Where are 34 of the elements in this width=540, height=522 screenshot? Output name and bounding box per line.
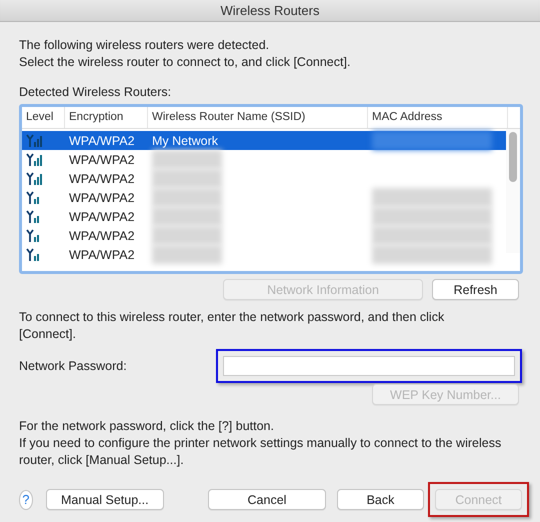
instruction-text: The following wireless routers were detected. — [19, 37, 270, 54]
router-row[interactable]: WPA/WPA2 — [22, 226, 506, 245]
router-row[interactable]: WPA/WPA2 My Network — [22, 131, 506, 150]
note-text: For the network password, click the [?] button. — [19, 418, 275, 435]
column-header[interactable]: MAC Address — [368, 107, 508, 128]
dialog-button[interactable]: Manual Setup... — [46, 489, 164, 510]
scrollbar-thumb[interactable] — [509, 132, 517, 182]
column-header[interactable]: Wireless Router Name (SSID) — [148, 107, 368, 128]
window-title: Wireless Routers — [220, 3, 320, 18]
note-text: If you need to configure the printer network settings manually to connect to the wireless router, click [Manual Setup...]. — [19, 435, 502, 469]
list-label: Detected Wireless Routers: — [19, 84, 172, 101]
encryption-cell-text: WPA/WPA2 — [68, 246, 136, 264]
column-header[interactable]: Level — [22, 107, 65, 128]
encryption-cell-text: WPA/WPA2 — [68, 228, 136, 244]
help-button[interactable]: ? — [19, 490, 33, 510]
password-field[interactable] — [223, 356, 515, 376]
password-label: Network Password: — [19, 359, 127, 373]
router-row[interactable]: WPA/WPA2 — [22, 245, 506, 264]
router-row[interactable]: WPA/WPA2 — [22, 169, 506, 188]
encryption-cell-text: WPA/WPA2 — [68, 208, 136, 226]
encryption-cell-text: WPA/WPA2 — [68, 132, 136, 150]
router-row[interactable]: WPA/WPA2 — [22, 207, 506, 226]
encryption-cell-text: WPA/WPA2 — [68, 170, 136, 188]
instruction-text: Select the wireless router to connect to, and click [Connect]. — [19, 54, 352, 71]
connect-instruction: To connect to this wireless router, enter the network password, and then click [Connect]. — [19, 309, 446, 343]
column-header[interactable]: Encryption — [65, 107, 148, 128]
dialog-button[interactable]: Cancel — [208, 489, 326, 510]
router-row[interactable]: WPA/WPA2 — [22, 150, 506, 169]
router-row[interactable]: WPA/WPA2 — [22, 188, 506, 207]
encryption-cell-text: WPA/WPA2 — [68, 190, 136, 206]
dialog-button[interactable]: Back — [337, 489, 424, 510]
encryption-cell-text: WPA/WPA2 — [68, 152, 136, 168]
ssid-cell: My Network — [152, 134, 218, 148]
table-action-button[interactable]: Refresh — [432, 279, 519, 300]
